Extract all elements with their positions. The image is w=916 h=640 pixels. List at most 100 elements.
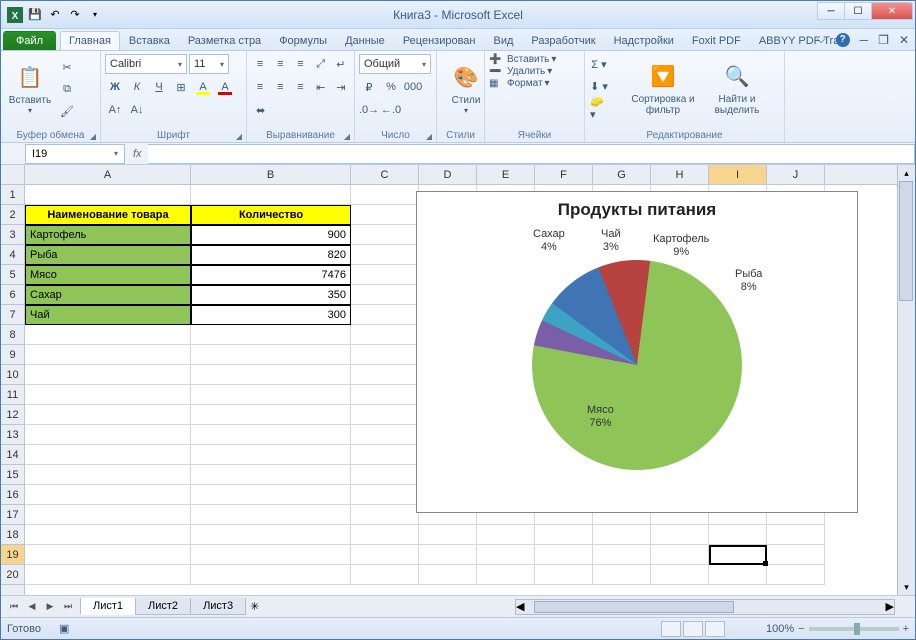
decrease-font-icon[interactable]: A↓ bbox=[127, 100, 147, 120]
cells-grid[interactable]: Наименование товараКоличествоКартофель90… bbox=[25, 185, 897, 595]
tab-рецензирован[interactable]: Рецензирован bbox=[394, 31, 485, 50]
view-page-layout-button[interactable] bbox=[683, 621, 703, 637]
fill-color-button[interactable]: A bbox=[193, 77, 213, 97]
maximize-button[interactable]: ☐ bbox=[844, 2, 872, 20]
cut-button[interactable]: ✂ bbox=[57, 57, 77, 77]
qat-dropdown-icon[interactable]: ▾ bbox=[87, 7, 103, 23]
cell-H20[interactable] bbox=[651, 565, 709, 585]
sheet-tab-Лист3[interactable]: Лист3 bbox=[190, 598, 246, 615]
increase-font-icon[interactable]: A↑ bbox=[105, 100, 125, 120]
wb-minimize-icon[interactable]: ─ bbox=[860, 33, 869, 47]
cell-E20[interactable] bbox=[477, 565, 535, 585]
tab-вставка[interactable]: Вставка bbox=[120, 31, 179, 50]
delete-cells-button[interactable]: ➖Удалить ▾ bbox=[489, 66, 580, 77]
save-icon[interactable]: 💾 bbox=[27, 7, 43, 23]
cell-B13[interactable] bbox=[191, 425, 351, 445]
row-header-11[interactable]: 11 bbox=[1, 385, 24, 405]
row-header-5[interactable]: 5 bbox=[1, 265, 24, 285]
fill-button[interactable]: ⬇ ▾ bbox=[589, 76, 609, 96]
styles-button[interactable]: 🎨 Стили ▾ bbox=[441, 54, 491, 124]
cell-B20[interactable] bbox=[191, 565, 351, 585]
clear-button[interactable]: 🧽 ▾ bbox=[589, 98, 609, 118]
scroll-thumb[interactable] bbox=[899, 181, 913, 301]
cell-C18[interactable] bbox=[351, 525, 419, 545]
cell-F20[interactable] bbox=[535, 565, 593, 585]
row-header-10[interactable]: 10 bbox=[1, 365, 24, 385]
cell-A4[interactable]: Рыба bbox=[25, 245, 191, 265]
cell-J19[interactable] bbox=[767, 545, 825, 565]
cell-I18[interactable] bbox=[709, 525, 767, 545]
cell-C1[interactable] bbox=[351, 185, 419, 205]
currency-button[interactable]: ₽ bbox=[359, 77, 379, 97]
formula-input[interactable] bbox=[148, 144, 915, 164]
wrap-text-button[interactable]: ↵ bbox=[332, 54, 350, 74]
sheet-tab-Лист1[interactable]: Лист1 bbox=[80, 598, 136, 615]
paste-button[interactable]: 📋 Вставить ▾ bbox=[5, 54, 55, 124]
sheet-tab-Лист2[interactable]: Лист2 bbox=[135, 598, 191, 615]
new-sheet-icon[interactable]: ✳ bbox=[250, 600, 259, 613]
cell-G18[interactable] bbox=[593, 525, 651, 545]
cell-B2[interactable]: Количество bbox=[191, 205, 351, 225]
cell-B9[interactable] bbox=[191, 345, 351, 365]
next-sheet-icon[interactable]: ▶ bbox=[41, 599, 59, 615]
zoom-in-button[interactable]: + bbox=[903, 623, 909, 635]
cell-A10[interactable] bbox=[25, 365, 191, 385]
cell-C5[interactable] bbox=[351, 265, 419, 285]
col-header-J[interactable]: J bbox=[767, 165, 825, 184]
col-header-B[interactable]: B bbox=[191, 165, 351, 184]
align-top-button[interactable]: ≡ bbox=[251, 54, 269, 74]
cell-A11[interactable] bbox=[25, 385, 191, 405]
cell-C4[interactable] bbox=[351, 245, 419, 265]
row-header-20[interactable]: 20 bbox=[1, 565, 24, 585]
increase-decimal-button[interactable]: .0→ bbox=[359, 100, 379, 120]
cell-A15[interactable] bbox=[25, 465, 191, 485]
cell-A18[interactable] bbox=[25, 525, 191, 545]
orientation-button[interactable]: ⤢ bbox=[312, 54, 330, 74]
cell-C9[interactable] bbox=[351, 345, 419, 365]
cell-B10[interactable] bbox=[191, 365, 351, 385]
row-header-14[interactable]: 14 bbox=[1, 445, 24, 465]
cell-C11[interactable] bbox=[351, 385, 419, 405]
tab-главная[interactable]: Главная bbox=[60, 31, 120, 50]
tab-разработчик[interactable]: Разработчик bbox=[522, 31, 604, 50]
col-header-C[interactable]: C bbox=[351, 165, 419, 184]
cell-C3[interactable] bbox=[351, 225, 419, 245]
wb-restore-icon[interactable]: ❐ bbox=[878, 33, 889, 47]
close-button[interactable]: ✕ bbox=[871, 2, 913, 20]
cell-G20[interactable] bbox=[593, 565, 651, 585]
cell-C8[interactable] bbox=[351, 325, 419, 345]
font-name-combo[interactable]: Calibri▾ bbox=[105, 54, 187, 74]
find-select-button[interactable]: 🔍 Найти и выделить bbox=[701, 54, 773, 124]
prev-sheet-icon[interactable]: ◀ bbox=[23, 599, 41, 615]
decrease-indent-button[interactable]: ⇤ bbox=[312, 77, 330, 97]
cell-H19[interactable] bbox=[651, 545, 709, 565]
tab-вид[interactable]: Вид bbox=[485, 31, 523, 50]
underline-button[interactable]: Ч bbox=[149, 77, 169, 97]
italic-button[interactable]: К bbox=[127, 77, 147, 97]
cell-B11[interactable] bbox=[191, 385, 351, 405]
help-icon[interactable]: ? bbox=[836, 33, 850, 47]
col-header-D[interactable]: D bbox=[419, 165, 477, 184]
cell-C2[interactable] bbox=[351, 205, 419, 225]
format-cells-button[interactable]: ▦Формат ▾ bbox=[489, 78, 580, 89]
select-all-corner[interactable] bbox=[1, 165, 25, 185]
number-format-combo[interactable]: Общий▾ bbox=[359, 54, 431, 74]
cell-C12[interactable] bbox=[351, 405, 419, 425]
cell-E18[interactable] bbox=[477, 525, 535, 545]
cell-D18[interactable] bbox=[419, 525, 477, 545]
cell-A16[interactable] bbox=[25, 485, 191, 505]
cell-B1[interactable] bbox=[191, 185, 351, 205]
dialog-launcher-icon[interactable]: ◢ bbox=[88, 131, 98, 141]
scroll-thumb[interactable] bbox=[534, 601, 734, 613]
row-header-18[interactable]: 18 bbox=[1, 525, 24, 545]
tab-формулы[interactable]: Формулы bbox=[270, 31, 336, 50]
last-sheet-icon[interactable]: ⏭ bbox=[59, 599, 77, 615]
cell-H18[interactable] bbox=[651, 525, 709, 545]
col-header-F[interactable]: F bbox=[535, 165, 593, 184]
cell-I19[interactable] bbox=[709, 545, 767, 565]
cell-C17[interactable] bbox=[351, 505, 419, 525]
horizontal-scrollbar[interactable]: ◀ ▶ bbox=[515, 599, 895, 615]
scroll-down-icon[interactable]: ▾ bbox=[898, 579, 915, 595]
cell-G19[interactable] bbox=[593, 545, 651, 565]
cell-A1[interactable] bbox=[25, 185, 191, 205]
